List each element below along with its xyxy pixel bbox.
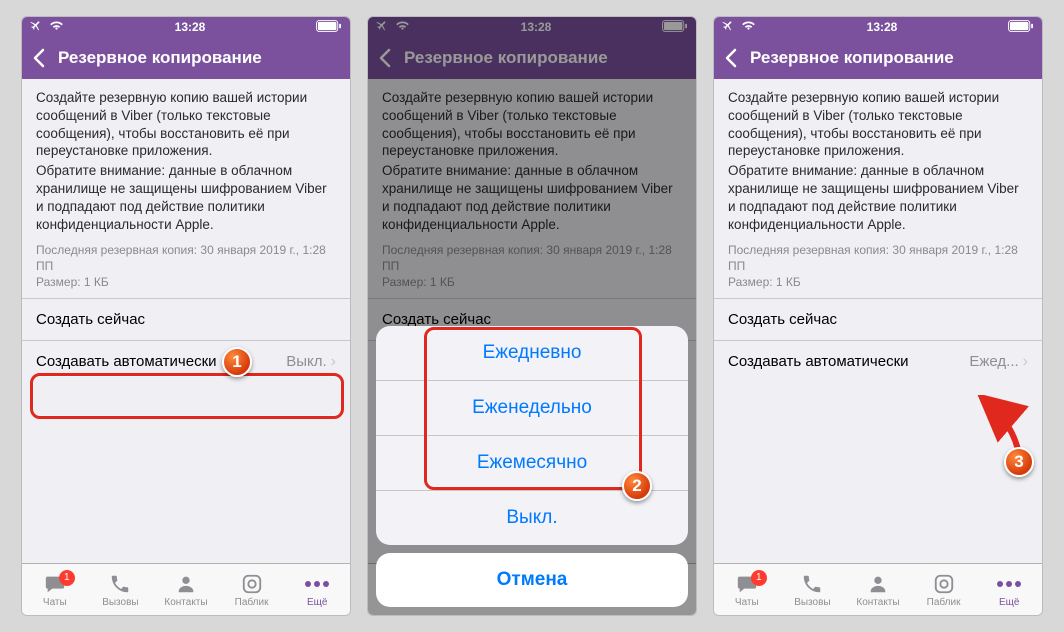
annotation-marker-3: 3 <box>1004 447 1034 477</box>
auto-create-label: Создавать автоматически <box>728 353 909 370</box>
chevron-right-icon: › <box>1023 354 1028 370</box>
tab-public[interactable]: Паблик <box>914 572 974 608</box>
tab-calls-label: Вызовы <box>102 597 138 608</box>
tab-more[interactable]: Ещё <box>979 572 1039 608</box>
back-button[interactable] <box>32 48 58 68</box>
description-paragraph-1: Создайте резервную копию вашей истории с… <box>36 89 336 160</box>
create-now-row[interactable]: Создать сейчас <box>714 298 1042 340</box>
last-backup-date: Последняя резервная копия: 30 января 201… <box>728 242 1028 274</box>
page-title: Резервное копирование <box>750 48 1032 68</box>
last-backup-date: Последняя резервная копия: 30 января 201… <box>36 242 336 274</box>
wifi-icon <box>741 20 756 34</box>
tab-bar: 1 Чаты Вызовы Контакты <box>714 563 1042 615</box>
phone-screen-1: 13:28 Резервное копирование Создайте рез… <box>21 16 351 616</box>
annotation-marker-2: 2 <box>622 471 652 501</box>
auto-create-row[interactable]: Создавать автоматически Выкл. › <box>22 340 350 382</box>
last-backup-info: Последняя резервная копия: 30 января 201… <box>714 238 1042 299</box>
status-time: 13:28 <box>867 20 898 34</box>
tab-contacts-label: Контакты <box>164 597 207 608</box>
nav-bar: Резервное копирование <box>22 37 350 79</box>
description-text: Создайте резервную копию вашей истории с… <box>714 79 1042 238</box>
status-time: 13:28 <box>175 20 206 34</box>
tab-calls[interactable]: Вызовы <box>90 572 150 608</box>
battery-icon <box>1008 20 1034 35</box>
auto-create-value: Ежед... <box>969 353 1018 370</box>
description-paragraph-2: Обратите внимание: данные в облачном хра… <box>36 162 336 233</box>
tab-public[interactable]: Паблик <box>222 572 282 608</box>
back-button[interactable] <box>724 48 750 68</box>
sheet-cancel-button[interactable]: Отмена <box>376 553 688 607</box>
more-icon <box>996 572 1022 596</box>
public-icon <box>933 572 955 596</box>
status-bar: 13:28 <box>22 17 350 37</box>
description-paragraph-2: Обратите внимание: данные в облачном хра… <box>728 162 1028 233</box>
tab-public-label: Паблик <box>235 597 269 608</box>
sheet-option-daily[interactable]: Ежедневно <box>376 326 688 381</box>
tab-calls-label: Вызовы <box>794 597 830 608</box>
auto-create-label: Создавать автоматически <box>36 353 217 370</box>
auto-create-row[interactable]: Создавать автоматически Ежед... › <box>714 340 1042 382</box>
tab-chats-label: Чаты <box>735 597 759 608</box>
tab-chats-label: Чаты <box>43 597 67 608</box>
chats-badge: 1 <box>59 570 75 586</box>
phone-icon <box>109 572 131 596</box>
tab-more[interactable]: Ещё <box>287 572 347 608</box>
airplane-icon <box>722 19 735 35</box>
tab-more-label: Ещё <box>999 597 1019 608</box>
action-sheet: Ежедневно Еженедельно Ежемесячно Выкл. <box>376 326 688 545</box>
tab-public-label: Паблик <box>927 597 961 608</box>
last-backup-size: Размер: 1 КБ <box>36 274 336 290</box>
description-paragraph-1: Создайте резервную копию вашей истории с… <box>728 89 1028 160</box>
tab-chats[interactable]: 1 Чаты <box>717 572 777 608</box>
page-title: Резервное копирование <box>58 48 340 68</box>
tab-contacts[interactable]: Контакты <box>848 572 908 608</box>
annotation-marker-1: 1 <box>222 347 252 377</box>
public-icon <box>241 572 263 596</box>
create-now-label: Создать сейчас <box>36 311 145 328</box>
person-icon <box>175 572 197 596</box>
phone-screen-3: 13:28 Резервное копирование Создайте рез… <box>713 16 1043 616</box>
wifi-icon <box>49 20 64 34</box>
last-backup-size: Размер: 1 КБ <box>728 274 1028 290</box>
sheet-option-weekly[interactable]: Еженедельно <box>376 381 688 436</box>
battery-icon <box>316 20 342 35</box>
tab-calls[interactable]: Вызовы <box>782 572 842 608</box>
more-icon <box>304 572 330 596</box>
action-sheet-overlay: Ежедневно Еженедельно Ежемесячно Выкл. О… <box>368 17 696 615</box>
phone-screen-2: 13:28 Резервное копирование Создайте рез… <box>367 16 697 616</box>
status-bar: 13:28 <box>714 17 1042 37</box>
tab-more-label: Ещё <box>307 597 327 608</box>
last-backup-info: Последняя резервная копия: 30 января 201… <box>22 238 350 299</box>
tab-bar: 1 Чаты Вызовы Контакты <box>22 563 350 615</box>
description-text: Создайте резервную копию вашей истории с… <box>22 79 350 238</box>
chevron-right-icon: › <box>331 354 336 370</box>
tab-contacts-label: Контакты <box>856 597 899 608</box>
airplane-icon <box>30 19 43 35</box>
auto-create-value: Выкл. <box>286 353 326 370</box>
phone-icon <box>801 572 823 596</box>
person-icon <box>867 572 889 596</box>
tab-contacts[interactable]: Контакты <box>156 572 216 608</box>
chats-badge: 1 <box>751 570 767 586</box>
create-now-row[interactable]: Создать сейчас <box>22 298 350 340</box>
tab-chats[interactable]: 1 Чаты <box>25 572 85 608</box>
create-now-label: Создать сейчас <box>728 311 837 328</box>
nav-bar: Резервное копирование <box>714 37 1042 79</box>
